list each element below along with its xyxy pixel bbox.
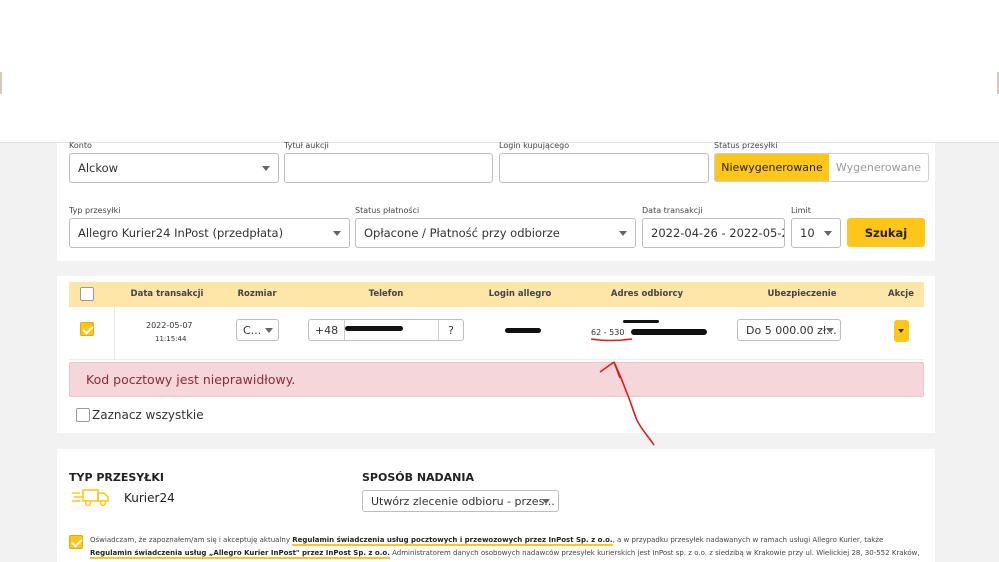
tytul-input[interactable] — [284, 153, 493, 183]
status-przesylki-label: Status przesyłki — [714, 141, 778, 150]
platnosc-select[interactable]: Opłacone / Płatność przy odbiorze — [355, 218, 636, 248]
shipping-method-select[interactable]: Utwórz zlecenie odbioru - przes... — [362, 490, 559, 512]
typ-select[interactable]: Allegro Kurier24 InPost (przedpłata) — [69, 218, 350, 248]
redacted-login — [505, 328, 541, 333]
limit-select[interactable]: 10 — [791, 218, 841, 248]
search-button[interactable]: Szukaj — [847, 218, 925, 247]
insurance-value: Do 5 000.00 zł... — [746, 323, 837, 337]
chevron-down-icon — [619, 231, 627, 236]
consent-checkbox[interactable] — [69, 535, 83, 549]
filters-panel: Konto Alckow Tytuł aukcji Login kupujące… — [57, 141, 935, 261]
redacted-name — [623, 320, 659, 323]
login-label: Login kupującego — [499, 141, 570, 150]
header-checkbox[interactable] — [80, 287, 94, 301]
insurance-select[interactable]: Do 5 000.00 zł... — [737, 319, 841, 341]
actions-button[interactable] — [894, 320, 909, 342]
chevron-down-icon — [265, 328, 273, 333]
typ-label: Typ przesyłki — [69, 206, 121, 215]
regulamin-link-1[interactable]: Regulamin świadczenia usług pocztowych i… — [292, 536, 613, 546]
platnosc-label: Status płatności — [355, 206, 420, 215]
col-telefon: Telefon — [368, 289, 404, 299]
error-alert: Kod pocztowy jest nieprawidłowy. — [69, 362, 924, 397]
typ-value: Allegro Kurier24 InPost (przedpłata) — [78, 226, 284, 240]
date-range-value: 2022-04-26 - 2022-05-26 — [651, 226, 785, 240]
limit-value: 10 — [800, 226, 815, 240]
consent-part-a: Oświadczam, że zapoznałem/am się i akcep… — [90, 536, 293, 544]
tytul-label: Tytuł aukcji — [284, 141, 329, 150]
regulamin-link-2[interactable]: Regulamin świadczenia usług „Allegro Kur… — [90, 549, 390, 559]
caret-down-icon — [898, 329, 904, 333]
row-divider — [114, 307, 115, 360]
chevron-down-icon — [542, 499, 550, 504]
shipping-method-value: Utwórz zlecenie odbioru - przes... — [371, 494, 555, 508]
col-adres-odbiorcy: Adres odbiorcy — [610, 289, 684, 299]
konto-label: Konto — [69, 141, 92, 150]
select-all[interactable]: Zaznacz wszystkie — [76, 408, 204, 422]
table-header: Data transakcji Rozmiar Telefon Login al… — [69, 282, 924, 307]
phone-help-button[interactable]: ? — [438, 320, 463, 340]
row-time: 11:15:44 — [155, 335, 187, 343]
shipping-method-title: SPOSÓB NADANIA — [362, 471, 474, 484]
toggle-niewygenerowane[interactable]: Niewygenerowane — [715, 154, 829, 181]
col-rozmiar: Rozmiar — [237, 289, 277, 299]
col-login-allegro: Login allegro — [488, 289, 552, 299]
truck-icon — [72, 489, 109, 507]
size-value: C... — [243, 323, 262, 337]
phone-input[interactable] — [345, 320, 438, 340]
col-ubezpieczenie: Ubezpieczenie — [767, 289, 837, 299]
consent-text: Oświadczam, że zapoznałem/am się i akcep… — [90, 534, 920, 562]
redacted-phone — [345, 326, 403, 331]
select-all-checkbox[interactable] — [76, 408, 90, 422]
results-panel: Data transakcji Rozmiar Telefon Login al… — [57, 276, 935, 433]
col-akcje: Akcje — [888, 289, 914, 299]
konto-value: Alckow — [78, 161, 119, 175]
toggle-wygenerowane[interactable]: Wygenerowane — [829, 154, 928, 181]
postal-code: 62 - 530 — [591, 328, 625, 337]
platnosc-value: Opłacone / Płatność przy odbiorze — [364, 226, 560, 240]
chevron-down-icon — [826, 328, 834, 333]
limit-label: Limit — [791, 206, 811, 215]
phone-prefix: +48 — [309, 320, 345, 340]
row-checkbox[interactable] — [80, 322, 94, 336]
header-edge-mark — [0, 72, 2, 94]
redacted-address — [631, 329, 707, 335]
consent-part-b: , a w przypadku przesyłek nadawanych w r… — [612, 536, 884, 544]
phone-input-group: +48 ? — [308, 319, 464, 341]
row-date: 2022-05-07 — [146, 321, 193, 330]
top-header — [0, 0, 999, 143]
col-data-transakcji: Data transakcji — [130, 289, 204, 299]
chevron-down-icon — [262, 166, 270, 171]
table-row: 2022-05-07 11:15:44 C... +48 ? 62 - 530 … — [69, 307, 924, 360]
shipping-panel: TYP PRZESYŁKI Kurier24 SPOSÓB NADANIA Ut… — [57, 449, 935, 562]
select-all-label: Zaznacz wszystkie — [92, 408, 204, 422]
konto-select[interactable]: Alckow — [69, 153, 279, 183]
size-select[interactable]: C... — [236, 319, 279, 341]
status-przesylki-toggle: Niewygenerowane Wygenerowane — [714, 153, 929, 182]
shipping-type-title: TYP PRZESYŁKI — [69, 471, 164, 484]
date-range-input[interactable]: 2022-04-26 - 2022-05-26 — [642, 218, 785, 248]
data-label: Data transakcji — [642, 206, 703, 215]
chevron-down-icon — [333, 231, 341, 236]
chevron-down-icon — [824, 231, 832, 236]
login-input[interactable] — [499, 153, 709, 183]
shipping-type-value: Kurier24 — [124, 491, 175, 505]
